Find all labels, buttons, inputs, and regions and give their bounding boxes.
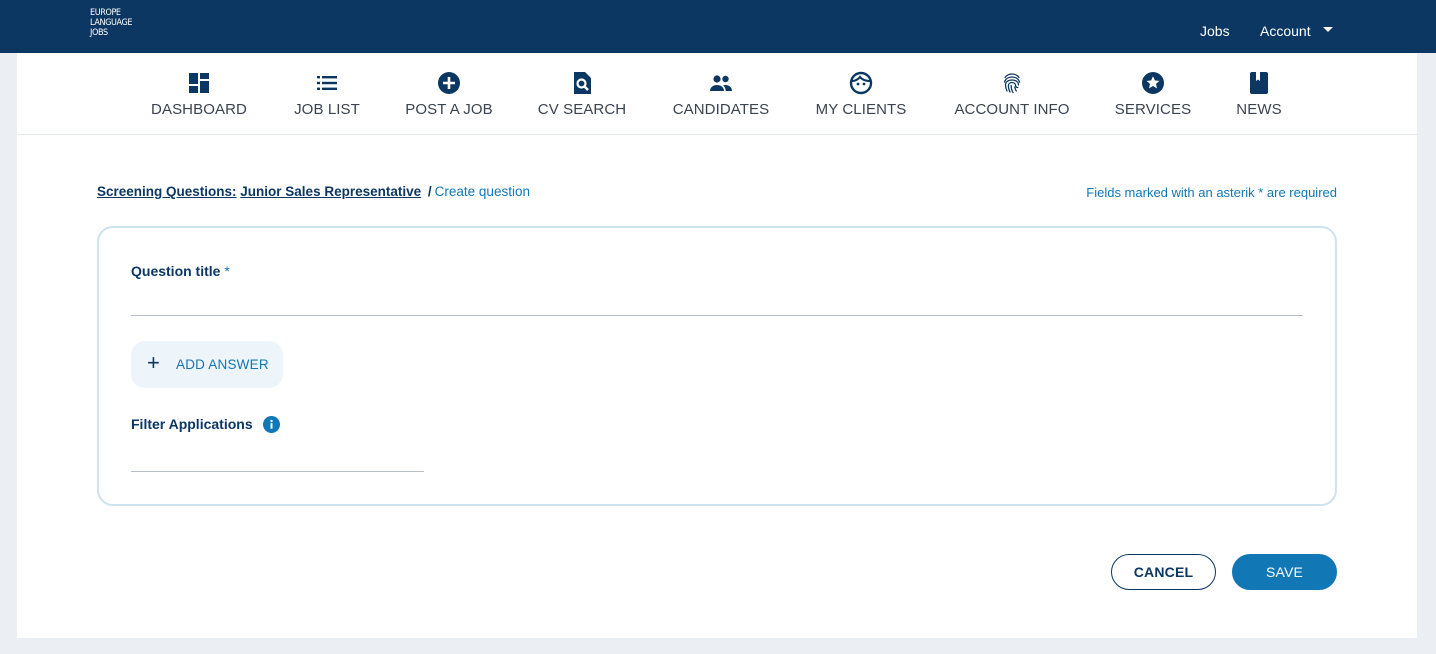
- filter-applications-label: Filter Applications: [131, 416, 253, 432]
- face-icon: [849, 71, 873, 95]
- logo-line-1: Europe: [90, 8, 121, 18]
- save-button[interactable]: SAVE: [1232, 554, 1337, 590]
- info-icon[interactable]: [263, 416, 280, 433]
- dashboard-icon: [187, 71, 211, 95]
- nav-label: ACCOUNT INFO: [954, 101, 1070, 118]
- required-fields-note: Fields marked with an asterik * are requ…: [1086, 185, 1337, 200]
- nav-label: MY CLIENTS: [815, 101, 907, 118]
- nav-item-post-a-job[interactable]: POST A JOB: [401, 53, 497, 135]
- nav-label: SERVICES: [1114, 101, 1192, 118]
- document-search-icon: [570, 71, 594, 95]
- nav-label: CANDIDATES: [672, 101, 770, 118]
- breadcrumb-separator: /: [427, 184, 432, 199]
- top-bar: Europe Language Jobs Jobs Account: [0, 0, 1436, 53]
- logo-line-2: Language: [90, 18, 133, 28]
- plus-icon: +: [147, 350, 160, 375]
- nav-item-cv-search[interactable]: CV SEARCH: [533, 53, 631, 135]
- account-caret-down-icon[interactable]: [1323, 27, 1333, 32]
- nav-item-my-clients[interactable]: MY CLIENTS: [813, 53, 909, 135]
- question-title-label: Question title *: [131, 263, 230, 279]
- breadcrumb-current: Create question: [434, 184, 530, 199]
- add-answer-label: ADD ANSWER: [176, 357, 269, 372]
- cancel-button[interactable]: CANCEL: [1111, 554, 1216, 590]
- nav-item-services[interactable]: SERVICES: [1113, 53, 1193, 135]
- required-asterisk: *: [224, 263, 230, 279]
- main-nav: DASHBOARD JOB LIST POST A JOB CV SEARCH: [17, 53, 1417, 135]
- nav-label: DASHBOARD: [151, 101, 247, 118]
- nav-label: JOB LIST: [294, 101, 360, 118]
- nav-label: CV SEARCH: [537, 101, 627, 118]
- list-icon: [315, 71, 339, 95]
- nav-label: NEWS: [1236, 101, 1282, 118]
- breadcrumb-job-link[interactable]: Junior Sales Representative: [240, 184, 421, 199]
- book-icon: [1247, 71, 1271, 95]
- nav-label: POST A JOB: [405, 101, 493, 118]
- logo-line-3: Jobs: [90, 28, 108, 38]
- nav-item-news[interactable]: NEWS: [1233, 53, 1285, 135]
- breadcrumb: Screening Questions: Junior Sales Repres…: [97, 184, 530, 199]
- main-panel: DASHBOARD JOB LIST POST A JOB CV SEARCH: [17, 53, 1417, 638]
- nav-item-job-list[interactable]: JOB LIST: [285, 53, 369, 135]
- breadcrumb-screening-questions-link[interactable]: Screening Questions:: [97, 184, 237, 199]
- people-icon: [709, 71, 733, 95]
- top-link-account[interactable]: Account: [1260, 23, 1311, 39]
- nav-item-candidates[interactable]: CANDIDATES: [667, 53, 775, 135]
- add-answer-button[interactable]: + ADD ANSWER: [131, 341, 283, 388]
- nav-item-dashboard[interactable]: DASHBOARD: [140, 53, 258, 135]
- fingerprint-icon: [1000, 71, 1024, 95]
- question-title-input[interactable]: [131, 286, 1303, 316]
- star-circle-icon: [1141, 71, 1165, 95]
- question-form-card: Question title * + ADD ANSWER Filter App…: [97, 226, 1337, 506]
- top-link-jobs[interactable]: Jobs: [1200, 23, 1230, 39]
- nav-item-account-info[interactable]: ACCOUNT INFO: [951, 53, 1073, 135]
- filter-applications-select[interactable]: [131, 442, 424, 472]
- plus-circle-icon: [437, 71, 461, 95]
- brand-logo[interactable]: Europe Language Jobs: [90, 8, 140, 38]
- question-title-label-text: Question title: [131, 263, 221, 279]
